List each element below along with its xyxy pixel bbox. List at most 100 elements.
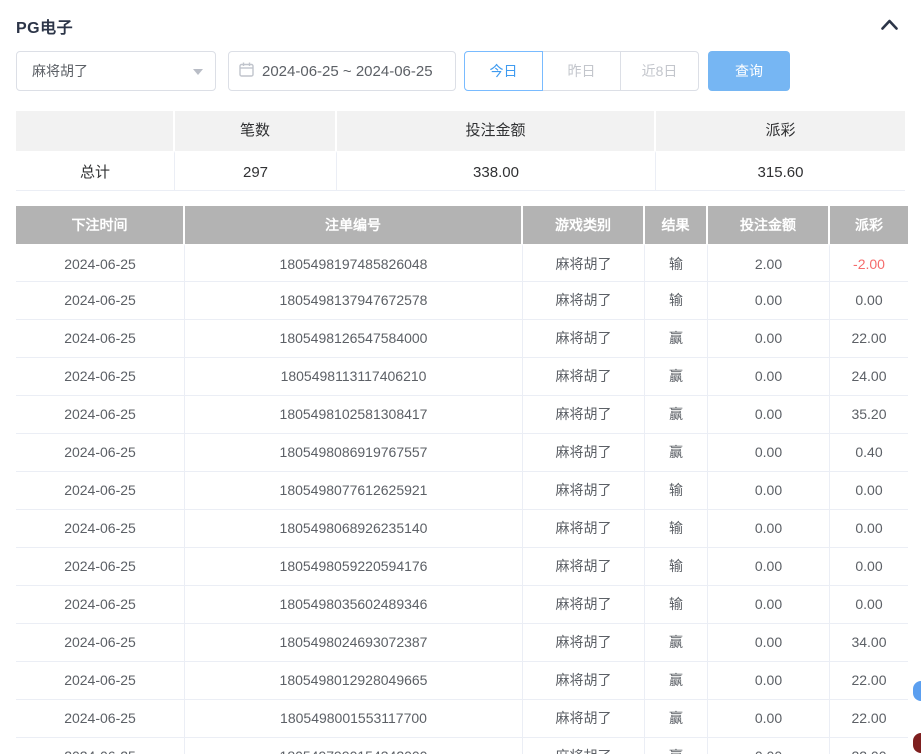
game-cell: 麻将胡了 bbox=[523, 282, 645, 320]
summary-total-row: 总计297338.00315.60 bbox=[16, 151, 905, 191]
table-row: 2024-06-251805498001553117700麻将胡了赢0.0022… bbox=[16, 700, 908, 738]
table-row: 2024-06-251805497990154342000麻将胡了赢0.0022… bbox=[16, 738, 908, 754]
caret-down-icon bbox=[193, 69, 203, 75]
summary-cell: 338.00 bbox=[337, 151, 656, 191]
game-select[interactable]: 麻将胡了 bbox=[16, 51, 216, 91]
bet-time-cell: 2024-06-25 bbox=[16, 700, 185, 738]
payout-cell: 0.00 bbox=[830, 586, 908, 624]
summary-cell: 297 bbox=[175, 151, 337, 191]
table-row: 2024-06-251805498059220594176麻将胡了输0.000.… bbox=[16, 548, 908, 586]
bet-id-cell: 1805498035602489346 bbox=[185, 586, 523, 624]
bet-amount-cell: 0.00 bbox=[708, 358, 830, 396]
bet-id-cell: 1805498113117406210 bbox=[185, 358, 523, 396]
quick-filter-yesterday[interactable]: 昨日 bbox=[542, 51, 621, 91]
result-cell: 赢 bbox=[645, 320, 708, 358]
table-row: 2024-06-251805498035602489346麻将胡了输0.000.… bbox=[16, 586, 908, 624]
right-edge-widget-bottom[interactable] bbox=[913, 733, 921, 753]
result-cell: 赢 bbox=[645, 396, 708, 434]
table-row: 2024-06-251805498137947672578麻将胡了输0.000.… bbox=[16, 282, 908, 320]
bet-time-cell: 2024-06-25 bbox=[16, 738, 185, 754]
collapse-button[interactable] bbox=[878, 16, 901, 36]
payout-cell: 0.00 bbox=[830, 282, 908, 320]
table-row: 2024-06-251805498197485826048麻将胡了输2.00-2… bbox=[16, 244, 908, 282]
bet-time-cell: 2024-06-25 bbox=[16, 358, 185, 396]
game-cell: 麻将胡了 bbox=[523, 548, 645, 586]
bet-records-table: 下注时间注单编号游戏类别结果投注金额派彩 2024-06-25180549819… bbox=[16, 206, 908, 754]
bet-amount-cell: 0.00 bbox=[708, 282, 830, 320]
summary-table: 笔数投注金额派彩 总计297338.00315.60 bbox=[16, 111, 905, 191]
game-cell: 麻将胡了 bbox=[523, 358, 645, 396]
bet-amount-cell: 0.00 bbox=[708, 510, 830, 548]
payout-cell: 22.00 bbox=[830, 320, 908, 358]
result-cell: 赢 bbox=[645, 662, 708, 700]
bet-amount-cell: 0.00 bbox=[708, 662, 830, 700]
table-row: 2024-06-251805498113117406210麻将胡了赢0.0024… bbox=[16, 358, 908, 396]
date-range-input[interactable]: 2024-06-25 ~ 2024-06-25 bbox=[228, 51, 456, 91]
summary-cell: 总计 bbox=[16, 151, 175, 191]
bet-time-cell: 2024-06-25 bbox=[16, 282, 185, 320]
summary-cell: 315.60 bbox=[656, 151, 905, 191]
bet-time-cell: 2024-06-25 bbox=[16, 320, 185, 358]
game-cell: 麻将胡了 bbox=[523, 586, 645, 624]
bet-amount-cell: 0.00 bbox=[708, 548, 830, 586]
bet-id-cell: 1805498068926235140 bbox=[185, 510, 523, 548]
summary-header-cell bbox=[16, 111, 175, 151]
game-cell: 麻将胡了 bbox=[523, 510, 645, 548]
bet-amount-cell: 0.00 bbox=[708, 434, 830, 472]
payout-cell: 22.00 bbox=[830, 738, 908, 754]
table-header-cell: 游戏类别 bbox=[523, 206, 645, 244]
payout-cell: 0.40 bbox=[830, 434, 908, 472]
payout-cell: 24.00 bbox=[830, 358, 908, 396]
bet-id-cell: 1805498102581308417 bbox=[185, 396, 523, 434]
bet-time-cell: 2024-06-25 bbox=[16, 510, 185, 548]
table-header-cell: 投注金额 bbox=[708, 206, 830, 244]
quick-filter-today[interactable]: 今日 bbox=[464, 51, 543, 91]
result-cell: 赢 bbox=[645, 434, 708, 472]
game-cell: 麻将胡了 bbox=[523, 700, 645, 738]
game-cell: 麻将胡了 bbox=[523, 662, 645, 700]
bet-amount-cell: 0.00 bbox=[708, 396, 830, 434]
bet-amount-cell: 0.00 bbox=[708, 586, 830, 624]
bet-amount-cell: 0.00 bbox=[708, 700, 830, 738]
result-cell: 输 bbox=[645, 510, 708, 548]
game-select-value: 麻将胡了 bbox=[32, 61, 88, 81]
bet-amount-cell: 2.00 bbox=[708, 244, 830, 282]
bet-id-cell: 1805498077612625921 bbox=[185, 472, 523, 510]
bet-id-cell: 1805498001553117700 bbox=[185, 700, 523, 738]
bet-amount-cell: 0.00 bbox=[708, 738, 830, 754]
bet-id-cell: 1805498024693072387 bbox=[185, 624, 523, 662]
table-header-cell: 结果 bbox=[645, 206, 708, 244]
payout-cell: 22.00 bbox=[830, 700, 908, 738]
bet-time-cell: 2024-06-25 bbox=[16, 662, 185, 700]
right-edge-widget-top[interactable] bbox=[913, 681, 921, 701]
result-cell: 赢 bbox=[645, 700, 708, 738]
payout-cell: 0.00 bbox=[830, 510, 908, 548]
table-body: 2024-06-251805498197485826048麻将胡了输2.00-2… bbox=[16, 244, 908, 754]
quick-filter-last8days[interactable]: 近8日 bbox=[620, 51, 699, 91]
bet-time-cell: 2024-06-25 bbox=[16, 434, 185, 472]
result-cell: 赢 bbox=[645, 738, 708, 754]
bet-id-cell: 1805498137947672578 bbox=[185, 282, 523, 320]
search-button[interactable]: 查询 bbox=[708, 51, 790, 91]
payout-cell: 35.20 bbox=[830, 396, 908, 434]
payout-cell: -2.00 bbox=[830, 244, 908, 282]
panel-title: PG电子 bbox=[16, 14, 73, 38]
payout-cell: 22.00 bbox=[830, 662, 908, 700]
result-cell: 输 bbox=[645, 282, 708, 320]
game-cell: 麻将胡了 bbox=[523, 320, 645, 358]
table-header-cell: 注单编号 bbox=[185, 206, 523, 244]
table-row: 2024-06-251805498024693072387麻将胡了赢0.0034… bbox=[16, 624, 908, 662]
result-cell: 赢 bbox=[645, 624, 708, 662]
panel-header: PG电子 bbox=[16, 0, 905, 38]
table-header-cell: 派彩 bbox=[830, 206, 908, 244]
calendar-icon bbox=[239, 62, 254, 81]
result-cell: 输 bbox=[645, 548, 708, 586]
summary-header-cell: 笔数 bbox=[175, 111, 337, 151]
table-header-cell: 下注时间 bbox=[16, 206, 185, 244]
payout-cell: 34.00 bbox=[830, 624, 908, 662]
table-row: 2024-06-251805498086919767557麻将胡了赢0.000.… bbox=[16, 434, 908, 472]
summary-header-cell: 投注金额 bbox=[337, 111, 656, 151]
bet-amount-cell: 0.00 bbox=[708, 472, 830, 510]
game-cell: 麻将胡了 bbox=[523, 244, 645, 282]
summary-header-cell: 派彩 bbox=[656, 111, 905, 151]
